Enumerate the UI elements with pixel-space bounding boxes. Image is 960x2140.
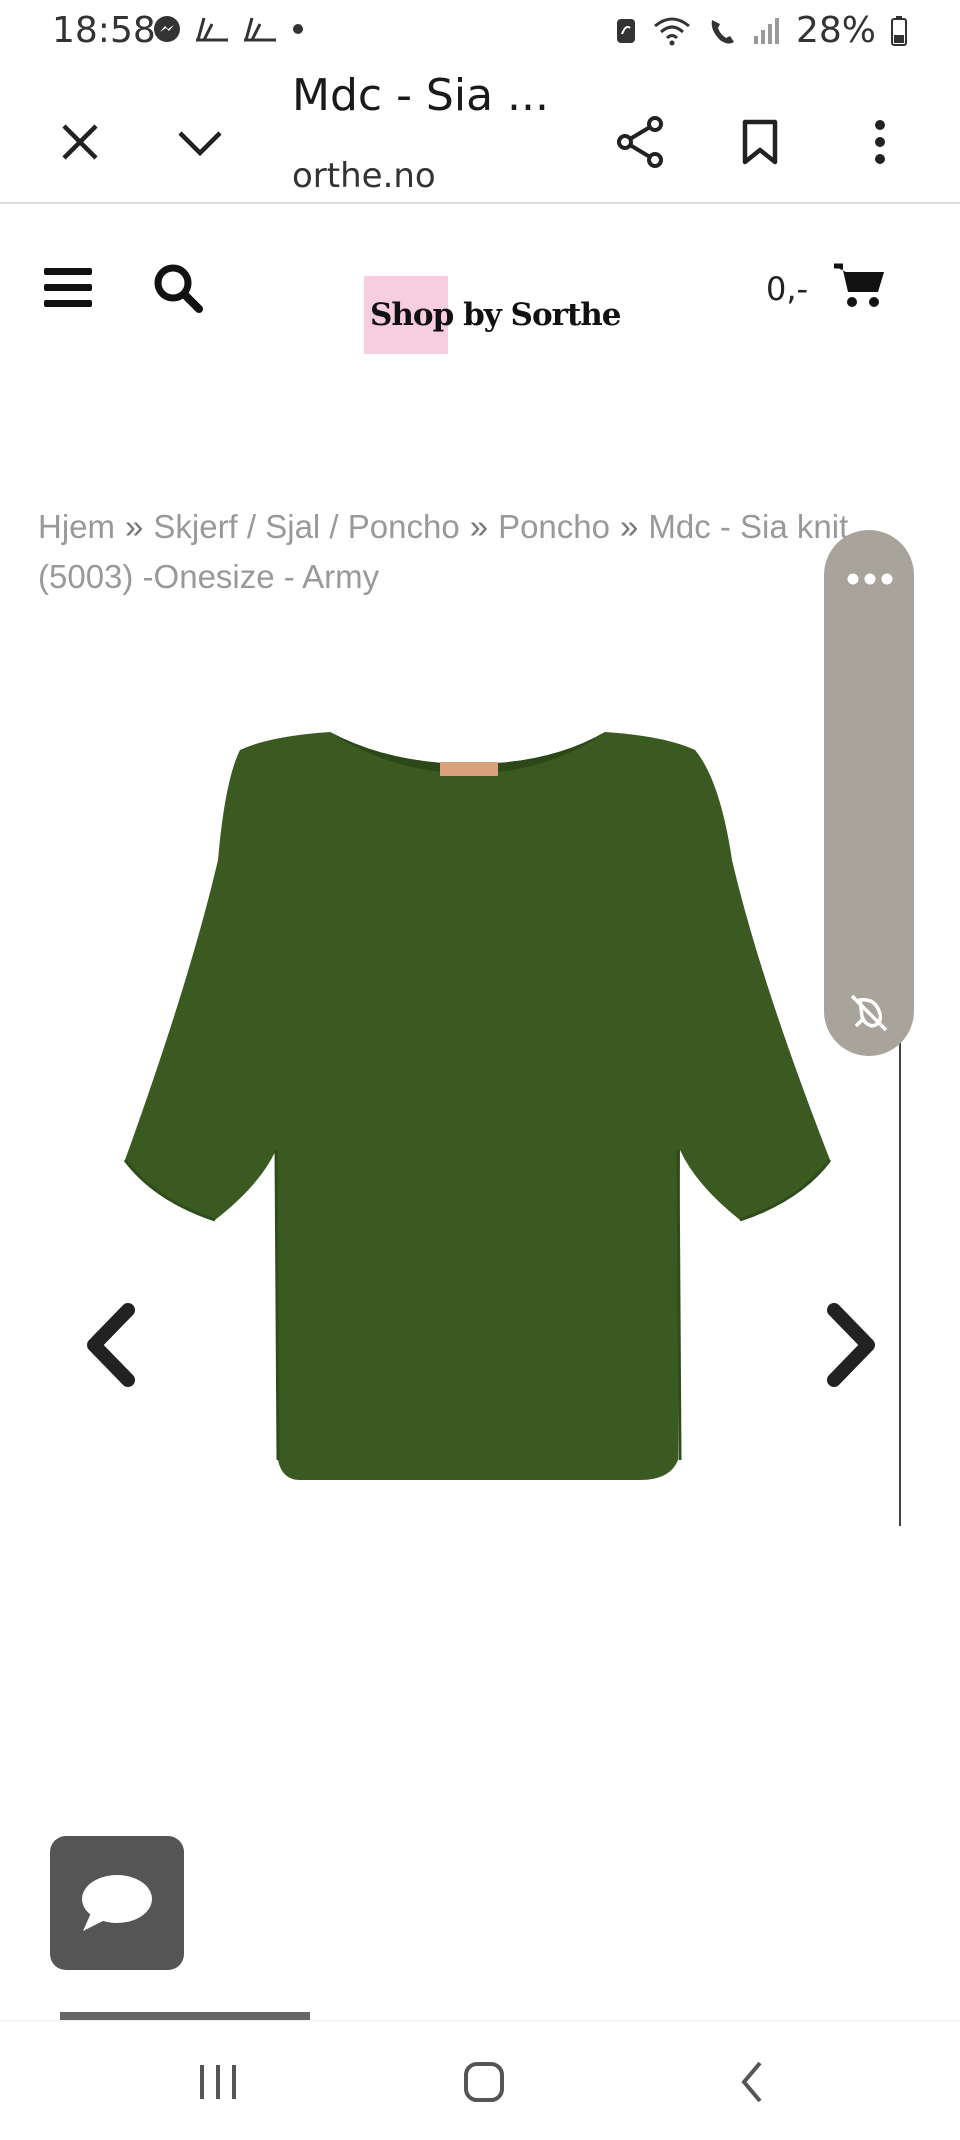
breadcrumb-link-home[interactable]: Hjem: [38, 508, 115, 545]
system-navigation-bar: [0, 2020, 960, 2140]
close-tab-button[interactable]: [40, 102, 120, 182]
back-icon: [741, 2061, 762, 2103]
more-vertical-icon: [875, 120, 885, 164]
previous-image-button[interactable]: [80, 1300, 140, 1390]
dot-icon: [293, 24, 303, 34]
home-button[interactable]: [454, 2057, 514, 2107]
hamburger-menu-icon: [44, 268, 92, 307]
page-title: Mdc - Sia ...: [292, 70, 549, 121]
chevron-down-icon: [178, 131, 222, 157]
battery-saver-icon: [616, 18, 635, 43]
wifi-icon: [654, 17, 690, 45]
breadcrumb-separator: »: [469, 508, 489, 545]
search-button[interactable]: [152, 262, 212, 322]
battery-icon: [891, 15, 907, 46]
breadcrumb-link-subcategory[interactable]: Poncho: [498, 508, 610, 545]
wifi-call-icon: [711, 19, 734, 44]
messenger-icon: [154, 16, 180, 42]
product-image[interactable]: [60, 680, 900, 1520]
breadcrumb: Hjem» Skjerf / Sjal / Poncho» Poncho» Mdc -…: [38, 502, 898, 602]
logo-text: Shop by Sorthe: [370, 297, 622, 333]
site-header: Shop by Sorthe 0,-: [0, 204, 960, 384]
close-icon: [62, 124, 98, 160]
share-button[interactable]: [600, 102, 680, 182]
sweater-image: [123, 732, 832, 1480]
more-horizontal-icon[interactable]: [846, 572, 894, 586]
minimize-button[interactable]: [160, 102, 240, 182]
breadcrumb-separator: »: [620, 508, 639, 545]
recent-apps-icon: [200, 2065, 236, 2099]
breadcrumb-separator: »: [125, 508, 144, 545]
cart-icon: [834, 263, 884, 307]
bottom-content-strip: [60, 2012, 310, 2020]
bookmark-button[interactable]: [720, 102, 800, 182]
more-options-button[interactable]: [840, 102, 920, 182]
chevron-left-icon: [87, 1303, 135, 1387]
home-icon: [464, 2062, 504, 2102]
battery-percent: 28%: [795, 10, 876, 51]
browser-toolbar: Mdc - Sia ... orthe.no: [0, 62, 960, 204]
breadcrumb-link-category[interactable]: Skjerf / Sjal / Poncho: [153, 508, 459, 545]
status-time: 18:58: [52, 10, 156, 51]
site-logo[interactable]: Shop by Sorthe: [364, 276, 622, 354]
system-icons: 28%: [614, 10, 908, 51]
signal-icon: [753, 17, 779, 44]
floating-edge-panel[interactable]: [824, 530, 914, 1056]
shoe-icon: [244, 17, 276, 42]
cart-button[interactable]: [834, 262, 890, 318]
status-bar: 18:58 28%: [0, 0, 960, 62]
bookmark-icon: [742, 119, 778, 165]
unpin-icon[interactable]: [846, 990, 892, 1036]
recent-apps-button[interactable]: [188, 2057, 248, 2107]
chat-bubble-icon: [82, 1875, 152, 1931]
notification-icons: [152, 14, 306, 44]
next-image-button[interactable]: [822, 1300, 882, 1390]
chat-button[interactable]: [50, 1836, 184, 1970]
back-button[interactable]: [724, 2057, 784, 2107]
page-url[interactable]: orthe.no: [292, 156, 436, 196]
menu-button[interactable]: [44, 266, 100, 316]
shoe-icon: [196, 17, 228, 42]
chevron-right-icon: [827, 1303, 875, 1387]
scroll-indicator-line: [899, 1040, 901, 1526]
cart-total[interactable]: 0,-: [766, 270, 808, 308]
share-icon: [617, 116, 663, 168]
search-icon: [154, 264, 203, 313]
